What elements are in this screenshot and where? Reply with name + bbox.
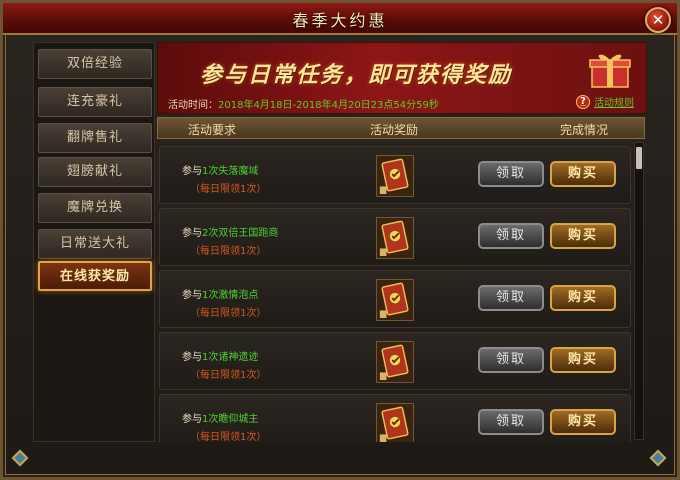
task-name: 1次瞻仰城主	[202, 414, 259, 425]
claim-button[interactable]: 领取	[478, 285, 544, 311]
reward-card-icon[interactable]	[376, 217, 414, 259]
task-row: 参与1次激情泡点 （每日限领1次） 领取 购买	[159, 270, 631, 328]
task-description: 参与1次失落魔域	[182, 162, 258, 177]
task-name: 1次失落魔域	[202, 166, 259, 177]
sidebar-item-flip-card-sale[interactable]: 翻牌售礼	[38, 123, 152, 153]
reward-card-icon[interactable]	[376, 403, 414, 442]
task-name: 1次诸神遗迹	[202, 352, 259, 363]
event-banner: 参与日常任务，即可获得奖励 活动时间：2018年4月18日-2018年4月20日…	[157, 42, 647, 114]
event-time: 活动时间：2018年4月18日-2018年4月20日23点54分59秒	[168, 96, 439, 111]
column-header-reward: 活动奖励	[370, 123, 419, 137]
scrollbar[interactable]	[634, 142, 644, 440]
event-time-value: 2018年4月18日-2018年4月20日23点54分59秒	[218, 100, 439, 111]
close-icon: ✕	[651, 11, 665, 29]
task-row: 参与1次瞻仰城主 （每日限领1次） 领取 购买	[159, 394, 631, 442]
reward-card-icon[interactable]	[376, 341, 414, 383]
claim-button[interactable]: 领取	[478, 161, 544, 187]
daily-limit-note: （每日限领1次）	[190, 308, 267, 319]
task-row: 参与2次双倍王国跑商 （每日限领1次） 领取 购买	[159, 208, 631, 266]
task-list: 参与1次失落魔域 （每日限领1次） 领取 购买 参与2次双倍王国跑商 （每日限领1次） 领取…	[157, 142, 645, 442]
window-title: 春季大约惠	[292, 11, 388, 30]
task-description: 参与1次诸神遗迹	[182, 348, 258, 363]
task-prefix: 参与	[182, 290, 202, 301]
task-prefix: 参与	[182, 352, 202, 363]
sidebar-item-daily-gift[interactable]: 日常送大礼	[38, 229, 152, 259]
gift-box-icon	[589, 54, 631, 88]
table-header: 活动要求 活动奖励 完成情况	[157, 117, 645, 139]
buy-button[interactable]: 购买	[550, 409, 616, 435]
buy-button[interactable]: 购买	[550, 285, 616, 311]
banner-headline: 参与日常任务，即可获得奖励	[200, 62, 513, 88]
column-header-status: 完成情况	[560, 123, 609, 137]
rules-link[interactable]: ? 活动规则	[576, 94, 634, 109]
task-name: 1次激情泡点	[202, 290, 259, 301]
sidebar-item-double-exp[interactable]: 双倍经验	[38, 49, 152, 79]
sidebar-item-magic-card-exchange[interactable]: 魔牌兑换	[38, 193, 152, 223]
buy-button[interactable]: 购买	[550, 161, 616, 187]
task-name: 2次双倍王国跑商	[202, 228, 279, 239]
close-button[interactable]: ✕	[645, 7, 671, 33]
task-row: 参与1次失落魔域 （每日限领1次） 领取 购买	[159, 146, 631, 204]
event-time-label: 活动时间：	[168, 100, 218, 111]
sidebar: 双倍经验 连充豪礼 翻牌售礼 翅膀献礼 魔牌兑换 日常送大礼 在线获奖励	[33, 42, 155, 442]
daily-limit-note: （每日限领1次）	[190, 246, 267, 257]
reward-card-icon[interactable]	[376, 155, 414, 197]
daily-limit-note: （每日限领1次）	[190, 370, 267, 381]
claim-button[interactable]: 领取	[478, 409, 544, 435]
sidebar-item-online-reward[interactable]: 在线获奖励	[38, 261, 152, 291]
sidebar-item-recharge-gift[interactable]: 连充豪礼	[38, 87, 152, 117]
column-header-requirement: 活动要求	[188, 123, 237, 137]
buy-button[interactable]: 购买	[550, 347, 616, 373]
task-prefix: 参与	[182, 414, 202, 425]
claim-button[interactable]: 领取	[478, 347, 544, 373]
scrollbar-thumb[interactable]	[636, 147, 642, 169]
help-icon: ?	[576, 94, 590, 109]
claim-button[interactable]: 领取	[478, 223, 544, 249]
task-description: 参与1次瞻仰城主	[182, 410, 258, 425]
buy-button[interactable]: 购买	[550, 223, 616, 249]
task-row: 参与1次诸神遗迹 （每日限领1次） 领取 购买	[159, 332, 631, 390]
daily-limit-note: （每日限领1次）	[190, 184, 267, 195]
sidebar-item-wings-gift[interactable]: 翅膀献礼	[38, 157, 152, 187]
task-prefix: 参与	[182, 166, 202, 177]
rules-link-label: 活动规则	[594, 98, 634, 109]
task-description: 参与2次双倍王国跑商	[182, 224, 278, 239]
reward-card-icon[interactable]	[376, 279, 414, 321]
daily-limit-note: （每日限领1次）	[190, 432, 267, 442]
task-description: 参与1次激情泡点	[182, 286, 258, 301]
task-prefix: 参与	[182, 228, 202, 239]
